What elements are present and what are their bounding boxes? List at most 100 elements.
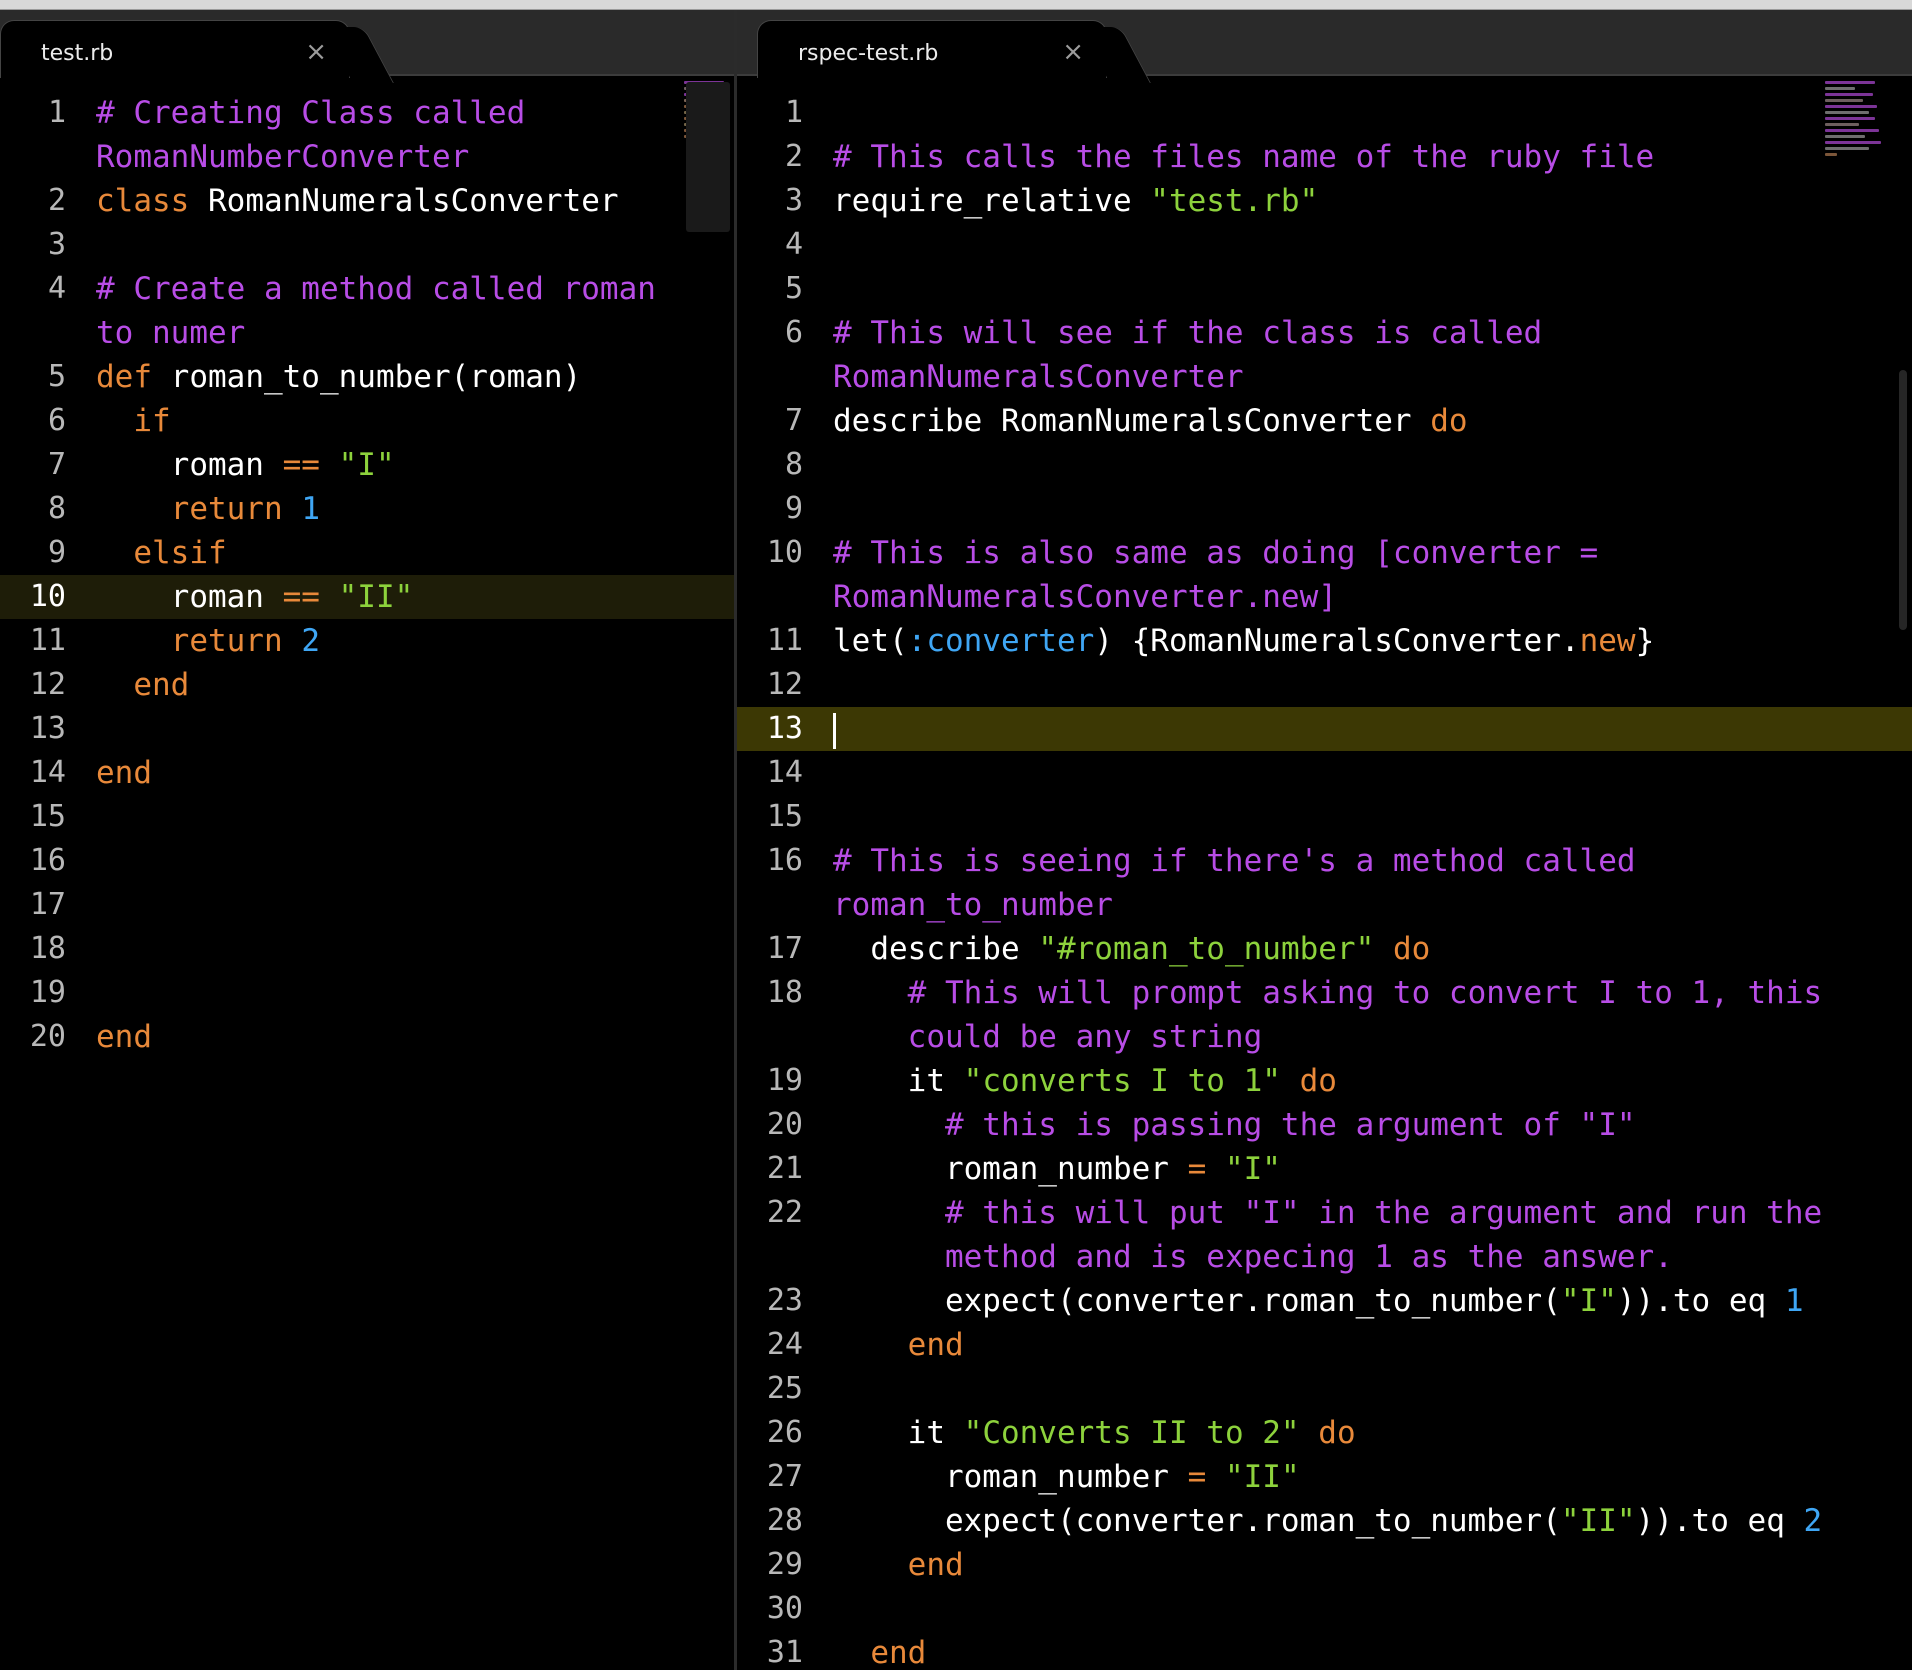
window-titlebar-strip <box>0 0 1912 10</box>
text-cursor <box>833 712 836 749</box>
code-line: 1 <box>737 91 1912 135</box>
close-icon[interactable]: × <box>1062 37 1084 67</box>
line-number: 9 <box>47 535 66 570</box>
line-number: 28 <box>766 1503 803 1538</box>
line-number: 26 <box>766 1415 803 1450</box>
line-number: 8 <box>47 491 66 526</box>
code-line: 29 end <box>737 1543 1912 1587</box>
code-line: 8 return 1 <box>0 487 734 531</box>
line-number: 15 <box>766 799 803 834</box>
line-number: 18 <box>766 975 803 1010</box>
line-number: 17 <box>29 887 66 922</box>
line-number: 8 <box>784 447 803 482</box>
tab-rspec-test-rb[interactable]: rspec-test.rb × <box>757 20 1107 78</box>
code-line: 24 end <box>737 1323 1912 1367</box>
code-line: 17 describe "#roman_to_number" do <box>737 927 1912 971</box>
code-line: 11 return 2 <box>0 619 734 663</box>
line-number: 17 <box>766 931 803 966</box>
line-number: 14 <box>766 755 803 790</box>
code-line: 5 def roman_to_number(roman) <box>0 355 734 399</box>
line-number: 22 <box>766 1195 803 1230</box>
line-number: 4 <box>47 271 66 306</box>
line-number: 30 <box>766 1591 803 1626</box>
line-number: 25 <box>766 1371 803 1406</box>
code-line: 4 # Create a method called roman to numer <box>0 267 734 355</box>
line-number: 1 <box>47 95 66 130</box>
tab-label: rspec-test.rb <box>798 41 939 66</box>
line-number: 18 <box>29 931 66 966</box>
code-line: 12 <box>737 663 1912 707</box>
tab-test-rb[interactable]: test.rb × <box>0 20 350 78</box>
line-number: 2 <box>47 183 66 218</box>
current-line: 10 roman == "II" <box>0 575 734 619</box>
code-line: 6 if <box>0 399 734 443</box>
line-number: 16 <box>766 843 803 878</box>
line-number: 29 <box>766 1547 803 1582</box>
code-line: 17 <box>0 883 734 927</box>
code-line: 10 # This is also same as doing [converte… <box>737 531 1912 619</box>
line-number: 1 <box>784 95 803 130</box>
code-line: 14 <box>737 751 1912 795</box>
code-line: 18 # This will prompt asking to convert … <box>737 971 1912 1059</box>
line-number: 13 <box>29 711 66 746</box>
line-number: 20 <box>29 1019 66 1054</box>
code-line: 20 end <box>0 1015 734 1059</box>
code-line: 27 roman_number = "II" <box>737 1455 1912 1499</box>
line-number: 5 <box>47 359 66 394</box>
line-number: 19 <box>29 975 66 1010</box>
line-number: 21 <box>766 1151 803 1186</box>
code-line: 28 expect(converter.roman_to_number("II"… <box>737 1499 1912 1543</box>
line-number: 9 <box>784 491 803 526</box>
tab-bar-right: rspec-test.rb × <box>737 10 1912 78</box>
code-line: 19 <box>0 971 734 1015</box>
line-number: 3 <box>784 183 803 218</box>
code-line: 2 class RomanNumeralsConverter <box>0 179 734 223</box>
code-line: 15 <box>737 795 1912 839</box>
line-number: 19 <box>766 1063 803 1098</box>
line-number: 6 <box>47 403 66 438</box>
code-line: 19 it "converts I to 1" do <box>737 1059 1912 1103</box>
code-line: 11 let(:converter) {RomanNumeralsConverte… <box>737 619 1912 663</box>
line-number: 7 <box>784 403 803 438</box>
code-line: 1 # Creating Class called RomanNumberConv… <box>0 91 734 179</box>
line-number: 15 <box>29 799 66 834</box>
code-line: 16 # This is seeing if there's a method c… <box>737 839 1912 927</box>
code-line: 12 end <box>0 663 734 707</box>
code-line: 6 # This will see if the class is called … <box>737 311 1912 399</box>
line-number: 10 <box>29 579 66 614</box>
line-number: 31 <box>766 1635 803 1670</box>
code-line: 22 # this will put "I" in the argument a… <box>737 1191 1912 1279</box>
line-number: 2 <box>784 139 803 174</box>
code-line: 9 elsif <box>0 531 734 575</box>
code-line: 3 <box>0 223 734 267</box>
editor-pane-left[interactable]: test.rb × 1 # Creating Class called Roman… <box>0 10 734 1670</box>
code-line: 4 <box>737 223 1912 267</box>
code-line: 30 <box>737 1587 1912 1631</box>
code-line: 2 # This calls the files name of the ruby… <box>737 135 1912 179</box>
line-number: 16 <box>29 843 66 878</box>
tab-bar-left: test.rb × <box>0 10 734 78</box>
editor-pane-right[interactable]: rspec-test.rb × 1 2 # This calls the file… <box>737 10 1912 1670</box>
line-number: 14 <box>29 755 66 790</box>
code-line: 23 expect(converter.roman_to_number("I")… <box>737 1279 1912 1323</box>
tab-label: test.rb <box>41 41 114 66</box>
line-number: 7 <box>47 447 66 482</box>
line-number: 13 <box>766 711 803 746</box>
close-icon[interactable]: × <box>305 37 327 67</box>
code-line: 21 roman_number = "I" <box>737 1147 1912 1191</box>
code-line: 18 <box>0 927 734 971</box>
line-number: 20 <box>766 1107 803 1142</box>
line-number: 23 <box>766 1283 803 1318</box>
code-area-left[interactable]: 1 # Creating Class called RomanNumberConv… <box>0 91 734 1059</box>
line-number: 10 <box>766 535 803 570</box>
line-number: 3 <box>47 227 66 262</box>
line-number: 11 <box>29 623 66 658</box>
line-number: 6 <box>784 315 803 350</box>
code-line: 26 it "Converts II to 2" do <box>737 1411 1912 1455</box>
current-line: 13 <box>737 707 1912 751</box>
code-area-right[interactable]: 1 2 # This calls the files name of the ru… <box>737 91 1912 1670</box>
code-line: 20 # this is passing the argument of "I" <box>737 1103 1912 1147</box>
line-number: 12 <box>29 667 66 702</box>
line-number: 4 <box>784 227 803 262</box>
code-line: 25 <box>737 1367 1912 1411</box>
